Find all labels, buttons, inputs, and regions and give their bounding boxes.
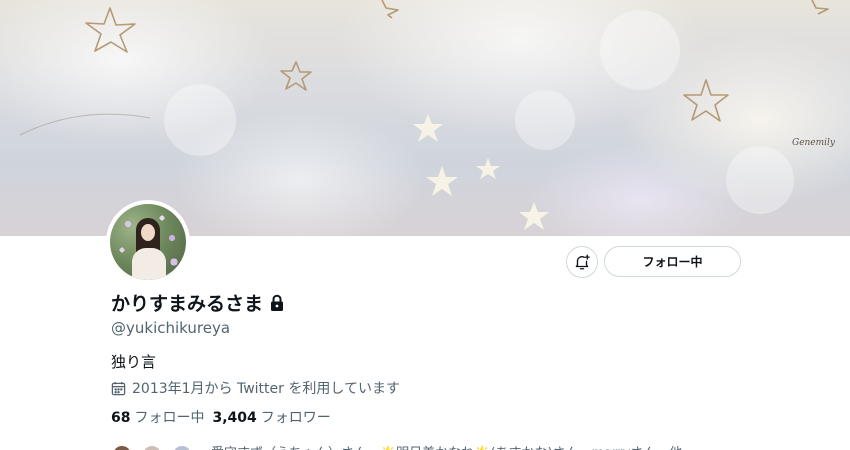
known-follower-avatars	[111, 440, 201, 450]
avatar	[141, 444, 163, 450]
avatar	[111, 444, 133, 450]
star-doodle-icon	[280, 61, 312, 91]
star-doodle-icon	[85, 7, 136, 53]
star-icon	[413, 114, 443, 142]
star-doodle-icon	[811, 0, 829, 15]
calendar-icon	[111, 381, 126, 395]
banner-stars	[19, 0, 829, 230]
lock-icon	[271, 294, 284, 311]
profile-bio: 独り言	[111, 353, 157, 371]
star-doodle-icon	[381, 0, 399, 19]
followers-you-know[interactable]: 愛守すず（えちゃん）さん、🌟明日美かなね🌟(あすかな)さん、marryさん、他	[111, 440, 682, 450]
joined-text: 2013年1月から Twitter を利用しています	[132, 381, 400, 397]
following-count: 68	[111, 410, 131, 426]
bell-plus-icon	[575, 254, 590, 270]
followers-link[interactable]: 3,404 フォロワー	[212, 407, 330, 427]
display-name-text: かりすまみるさま	[111, 293, 264, 315]
known-followers-text: 愛守すず（えちゃん）さん、🌟明日美かなね🌟(あすかな)さん、marryさん、他	[211, 442, 682, 450]
following-button[interactable]: フォロー中	[604, 246, 741, 277]
star-icon	[426, 166, 458, 196]
following-label: フォロー中	[134, 410, 205, 426]
followers-label: フォロワー	[260, 410, 331, 426]
notify-button[interactable]	[566, 246, 598, 278]
star-doodle-icon	[683, 79, 729, 122]
banner-signature: Genemily	[792, 138, 836, 148]
profile-avatar[interactable]	[106, 200, 190, 284]
follow-stats: 68 フォロー中 3,404 フォロワー	[111, 407, 331, 427]
profile-display-name: かりすまみるさま	[111, 289, 285, 316]
star-icon	[519, 202, 549, 230]
joined-date: 2013年1月から Twitter を利用しています	[111, 378, 400, 398]
profile-handle: @yukichikureya	[111, 319, 231, 337]
star-icon	[476, 158, 500, 179]
avatar	[171, 444, 193, 450]
avatar-image	[110, 204, 186, 280]
profile-banner[interactable]: Genemily	[0, 0, 850, 236]
followers-count: 3,404	[212, 410, 257, 426]
following-link[interactable]: 68 フォロー中	[111, 407, 204, 427]
